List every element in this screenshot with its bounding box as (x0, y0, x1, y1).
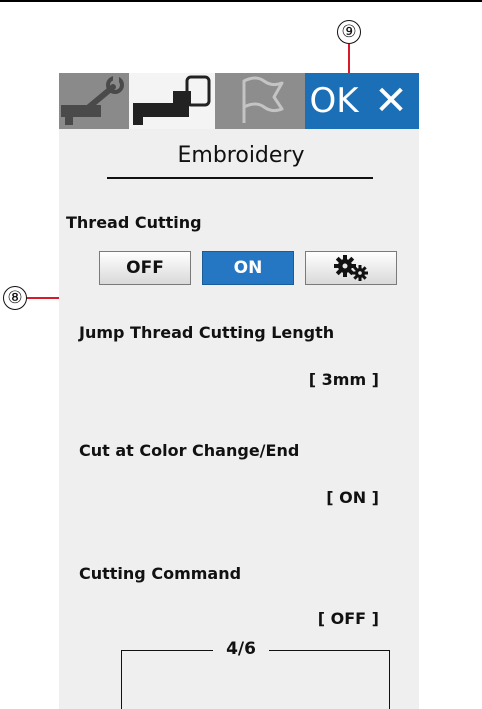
tab-language[interactable] (215, 73, 305, 129)
callout-8: ⑧ (3, 286, 27, 310)
thread-cutting-off-button[interactable]: OFF (99, 251, 191, 285)
pager-frame-top-right (265, 650, 389, 651)
cut-at-color-change-value[interactable]: [ ON ] (326, 488, 379, 507)
thread-cutting-settings-button[interactable] (305, 251, 397, 285)
cutting-command-label: Cutting Command (79, 564, 242, 583)
wrench-icon (61, 75, 124, 125)
top-rule (0, 0, 482, 2)
cutting-command-value[interactable]: [ OFF ] (318, 609, 379, 628)
title-underline (107, 177, 373, 179)
embroidery-machine-icon (133, 75, 211, 125)
settings-screen: OK ✕ Embroidery Thread Cutting OFF ON Ju… (59, 73, 419, 709)
thread-cutting-label: Thread Cutting (66, 213, 202, 232)
jump-thread-cutting-length-label: Jump Thread Cutting Length (79, 323, 335, 342)
close-icon: ✕ (374, 78, 408, 124)
close-button[interactable]: ✕ (363, 73, 419, 129)
tab-common-settings[interactable] (59, 73, 129, 129)
cut-at-color-change-label: Cut at Color Change/End (79, 441, 300, 460)
page-title: Embroidery (177, 143, 305, 168)
callout-9: ⑨ (337, 20, 361, 44)
thread-cutting-on-button[interactable]: ON (202, 251, 294, 285)
tab-embroidery-settings[interactable] (129, 73, 215, 129)
pager-frame-right (389, 650, 390, 709)
ok-button[interactable]: OK (305, 73, 363, 129)
pager-frame-top-left (121, 650, 217, 651)
pager-frame-left (121, 650, 122, 709)
page-indicator: 4/6 (213, 639, 269, 659)
flag-icon (242, 76, 284, 123)
jump-thread-cutting-length-value[interactable]: [ 3mm ] (309, 370, 379, 389)
tab-bar: OK ✕ (59, 73, 419, 129)
gears-icon (334, 255, 368, 281)
